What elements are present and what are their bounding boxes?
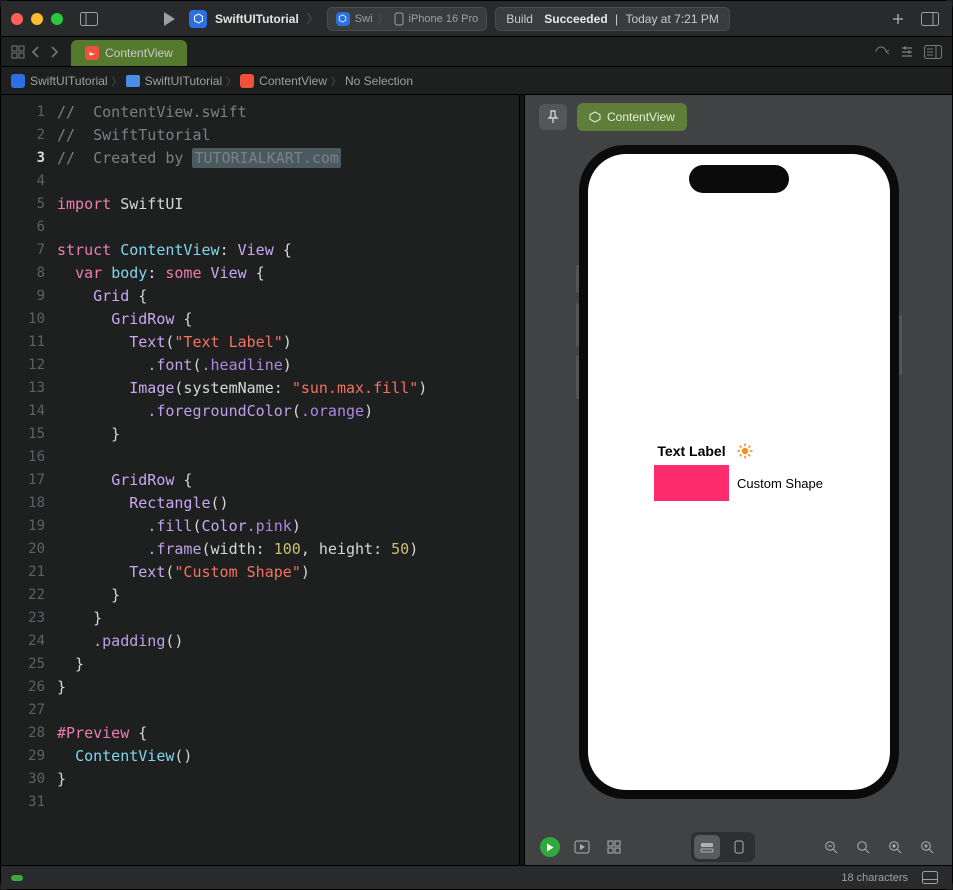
code-area[interactable]: // ContentView.swift // SwiftTutorial //… <box>57 95 519 865</box>
separator: 〉 <box>378 11 389 27</box>
crumb-file[interactable]: ContentView <box>240 74 327 88</box>
breadcrumb: SwiftUITutorial 〉 SwiftUITutorial 〉 Cont… <box>1 67 952 95</box>
grid-view: Text Label Custom Shape <box>654 443 823 501</box>
zoom-window[interactable] <box>51 13 63 25</box>
preview-chip[interactable]: ContentView <box>577 103 687 131</box>
line-gutter: 1234567891011121314151617181920212223242… <box>1 95 57 865</box>
text-label: Text Label <box>654 443 729 459</box>
status-result: Succeeded <box>544 12 607 26</box>
device-name: iPhone 16 Pro <box>409 13 479 25</box>
adjust-editor-icon[interactable] <box>874 45 890 59</box>
chevron-right-icon: 〉 <box>331 73 341 88</box>
toggle-navigator-icon[interactable] <box>77 7 101 31</box>
zoom-fit-icon[interactable] <box>882 835 908 859</box>
tab-label: ContentView <box>105 46 173 60</box>
crumb-label: SwiftUITutorial <box>30 74 108 88</box>
run-button[interactable] <box>157 7 181 31</box>
device-frame: Text Label Custom Shape <box>579 145 899 799</box>
project-icon <box>11 74 25 88</box>
device-bezel-icon[interactable] <box>726 835 752 859</box>
sun-icon <box>737 443 823 459</box>
crumb-label: ContentView <box>259 74 327 88</box>
folder-icon <box>126 75 140 87</box>
add-tab-icon[interactable] <box>886 7 910 31</box>
preview-pane: ContentView Text Label <box>525 95 952 865</box>
swift-icon <box>240 74 254 88</box>
titlebar: SwiftUITutorial 〉 Swi 〉 iPhone 16 Pro Bu… <box>1 1 952 37</box>
scheme-name: Swi <box>355 13 373 25</box>
device-screen: Text Label Custom Shape <box>588 154 890 790</box>
forward-icon[interactable] <box>45 43 63 61</box>
custom-shape-label: Custom Shape <box>737 476 823 491</box>
toggle-debug-area-icon[interactable] <box>918 866 942 890</box>
editor-layout-icon[interactable] <box>900 45 914 59</box>
tab-contentview[interactable]: ContentView <box>71 40 187 66</box>
status-prefix: Build <box>506 12 533 26</box>
crumb-label: SwiftUITutorial <box>145 74 223 88</box>
preview-chip-label: ContentView <box>607 110 675 124</box>
device-button <box>576 355 579 399</box>
editor-options-icon[interactable] <box>924 45 942 59</box>
cube-icon <box>589 111 601 123</box>
zoom-out-icon[interactable] <box>818 835 844 859</box>
scheme-selector[interactable]: Swi 〉 iPhone 16 Pro <box>327 7 487 31</box>
crumb-project[interactable]: SwiftUITutorial <box>11 74 108 88</box>
pink-rectangle <box>654 465 729 501</box>
device-button <box>576 265 579 293</box>
separator: 〉 <box>307 10 319 27</box>
device-settings-icon[interactable] <box>694 835 720 859</box>
live-preview-button[interactable] <box>537 835 563 859</box>
zoom-actual-icon[interactable] <box>850 835 876 859</box>
crumb-label: No Selection <box>345 74 413 88</box>
app-content: Text Label Custom Shape <box>588 154 890 790</box>
zoom-in-icon[interactable] <box>914 835 940 859</box>
pin-preview-button[interactable] <box>539 104 567 130</box>
preview-header: ContentView <box>525 95 952 139</box>
back-icon[interactable] <box>27 43 45 61</box>
swift-icon <box>85 46 99 60</box>
window-traffic-lights <box>11 13 63 25</box>
device-button <box>576 303 579 347</box>
main-split: 1234567891011121314151617181920212223242… <box>1 95 952 865</box>
code-editor[interactable]: 1234567891011121314151617181920212223242… <box>1 95 519 865</box>
device-icon <box>394 12 404 26</box>
selectable-icon[interactable] <box>569 835 595 859</box>
preview-canvas[interactable]: Text Label Custom Shape <box>525 139 952 829</box>
status-time: Today at 7:21 PM <box>625 12 718 26</box>
project-name[interactable]: SwiftUITutorial <box>215 12 299 26</box>
variants-icon[interactable] <box>601 835 627 859</box>
close-window[interactable] <box>11 13 23 25</box>
minimize-window[interactable] <box>31 13 43 25</box>
activity-led[interactable] <box>11 875 23 881</box>
status-sep: | <box>612 12 622 26</box>
scheme-icon <box>336 12 350 26</box>
project-icon <box>189 10 207 28</box>
crumb-selection[interactable]: No Selection <box>345 74 413 88</box>
related-items-icon[interactable] <box>9 43 27 61</box>
toggle-inspector-icon[interactable] <box>918 7 942 31</box>
status-bar: 18 characters <box>1 865 952 889</box>
tab-bar-right <box>864 37 952 66</box>
chevron-right-icon: 〉 <box>112 73 122 88</box>
tab-nav-controls <box>1 37 71 66</box>
preview-toolbar <box>525 829 952 865</box>
character-count: 18 characters <box>841 872 908 884</box>
tab-bar: ContentView <box>1 37 952 67</box>
build-status[interactable]: Build Succeeded | Today at 7:21 PM <box>495 7 730 31</box>
chevron-right-icon: 〉 <box>226 73 236 88</box>
crumb-group[interactable]: SwiftUITutorial <box>126 74 223 88</box>
device-button <box>899 315 902 375</box>
